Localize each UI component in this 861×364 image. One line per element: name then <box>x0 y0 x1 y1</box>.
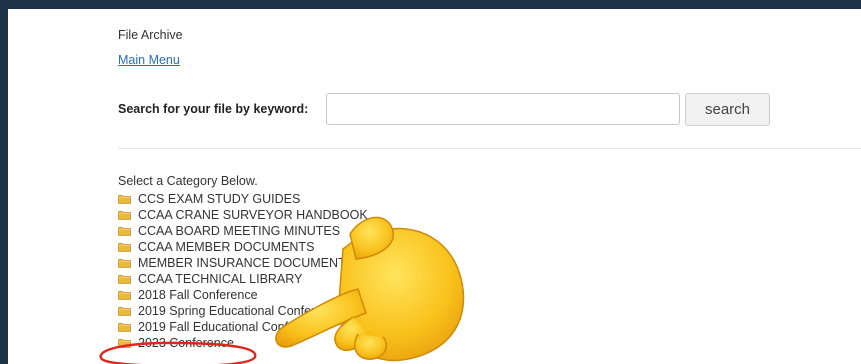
search-label: Search for your file by keyword: <box>118 102 309 116</box>
category-item-ccs-exam-study-guides[interactable]: CCS EXAM STUDY GUIDES <box>118 191 368 207</box>
folder-icon <box>118 194 131 204</box>
page-title: File Archive <box>118 28 183 42</box>
search-input[interactable] <box>326 93 680 125</box>
folder-icon <box>118 322 131 332</box>
category-label: CCS EXAM STUDY GUIDES <box>138 192 301 206</box>
divider <box>118 148 861 149</box>
highlight-circle <box>99 341 257 364</box>
folder-icon <box>118 290 131 300</box>
category-label: 2018 Fall Conference <box>138 288 258 302</box>
folder-icon <box>118 274 131 284</box>
folder-icon <box>118 226 131 236</box>
main-menu-link[interactable]: Main Menu <box>118 53 180 67</box>
search-button[interactable]: search <box>685 93 770 126</box>
folder-icon <box>118 242 131 252</box>
folder-icon <box>118 210 131 220</box>
pointing-hand-icon <box>275 216 465 362</box>
folder-icon <box>118 258 131 268</box>
file-archive-panel: File Archive Main Menu Search for your f… <box>8 9 861 364</box>
category-heading: Select a Category Below. <box>118 174 258 188</box>
folder-icon <box>118 306 131 316</box>
